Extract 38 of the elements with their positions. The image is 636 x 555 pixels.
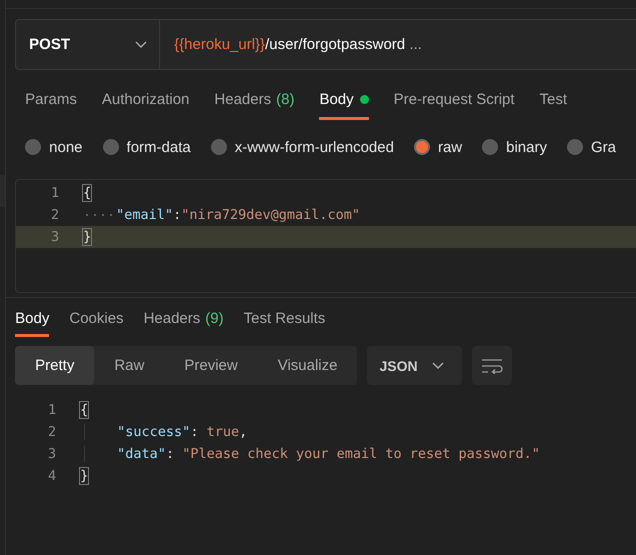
request-tab[interactable]: Headers (8) <box>214 83 294 120</box>
code-line: "data": "Please check your email to reset password." <box>84 446 540 462</box>
request-tab[interactable]: Pre-request Script <box>394 83 515 120</box>
view-mode-option[interactable]: Raw <box>94 346 164 385</box>
code-line: "success": true, <box>84 424 248 440</box>
line-number: 3 <box>47 446 58 462</box>
line-number: 1 <box>50 185 60 201</box>
code-line: { <box>83 185 92 201</box>
response-tab[interactable]: Body <box>15 304 50 337</box>
view-mode-option[interactable]: Pretty <box>15 346 94 385</box>
line-number: 1 <box>47 402 58 418</box>
view-mode-option[interactable]: Visualize <box>258 346 358 385</box>
chevron-down-icon <box>432 362 444 370</box>
response-tab[interactable]: Cookies <box>69 304 124 337</box>
body-type-radio[interactable]: none <box>25 138 83 156</box>
response-tab[interactable]: Test Results <box>244 304 326 337</box>
line-number: 2 <box>50 207 60 223</box>
body-type-radio[interactable]: raw <box>414 138 462 156</box>
line-number: 2 <box>47 424 58 440</box>
request-tab[interactable]: Authorization <box>102 83 190 120</box>
line-number: 4 <box>47 468 58 484</box>
format-dropdown[interactable]: JSON <box>367 346 462 385</box>
view-mode-option[interactable]: Preview <box>164 346 258 385</box>
request-body-editor[interactable]: 1 { 2 "email":"nira729dev@gmail.com" 3 } <box>15 179 636 293</box>
code-line: } <box>83 229 92 245</box>
body-type-radio[interactable]: Gra <box>566 138 616 156</box>
body-type-radio[interactable]: binary <box>482 138 547 156</box>
request-tab[interactable]: Params <box>25 83 77 120</box>
code-line: { <box>80 402 88 418</box>
code-line: } <box>80 468 88 484</box>
wrap-lines-icon <box>481 358 504 374</box>
response-tab[interactable]: Headers (9) <box>144 304 224 337</box>
request-tab[interactable]: Body <box>319 83 369 120</box>
wrap-lines-button[interactable] <box>472 346 512 385</box>
request-tab[interactable]: Test <box>540 83 568 120</box>
body-type-radio[interactable]: x-www-form-urlencoded <box>210 138 394 156</box>
line-number: 3 <box>50 229 60 245</box>
body-type-radio[interactable]: form-data <box>102 138 191 156</box>
